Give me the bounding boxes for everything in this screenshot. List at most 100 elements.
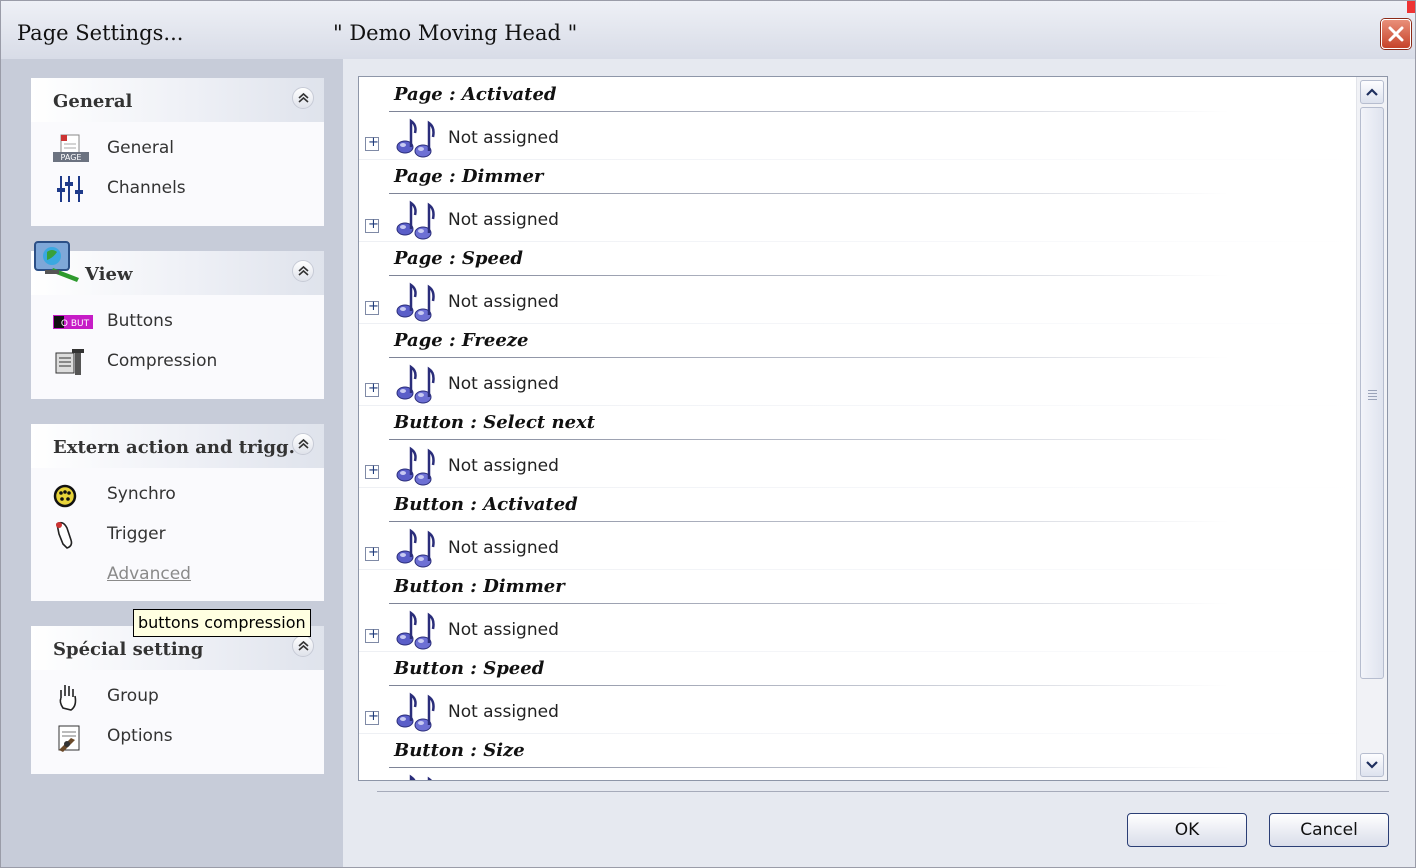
entry-value[interactable]: Not assigned [448,702,559,722]
list-item: Page : Activated + Not assigned [359,77,1359,160]
sidebar-item-label: Group [107,686,159,706]
double-chevron-up-icon [298,640,309,651]
plus-icon: + [368,299,379,314]
list-item: Page : Speed + Not assigned [359,241,1359,324]
sidebar-item-label: Channels [107,178,186,198]
music-note-icon [395,611,435,651]
sidebar-item-label: Buttons [107,311,173,331]
list-item: Button : Size [359,733,1359,780]
sidebar-item-label: Advanced [107,564,191,584]
scroll-down-button[interactable] [1360,753,1384,777]
page-name-title: " Demo Moving Head " [333,21,578,45]
dmx-connector-icon [53,484,77,508]
plus-icon: + [368,463,379,478]
expand-button[interactable]: + [365,135,379,151]
assignment-list: Page : Activated + Not assigned Page : D… [358,76,1388,781]
entry-value[interactable]: Not assigned [448,538,559,558]
divider [389,439,1229,440]
chevron-down-icon [1366,761,1378,769]
vertical-scrollbar[interactable] [1356,77,1387,780]
entry-title: Button : Size [394,740,525,761]
plus-icon: + [368,545,379,560]
entry-value[interactable]: Not assigned [448,210,559,230]
expand-button[interactable]: + [365,545,379,561]
title-bar[interactable]: Page Settings... " Demo Moving Head " [1,1,1415,60]
divider [389,111,1229,112]
music-note-icon [395,529,435,569]
group-title: Spécial setting [53,639,204,660]
expand-button[interactable]: + [365,299,379,315]
grip-line [1368,396,1377,397]
double-chevron-up-icon [298,92,309,103]
entry-value[interactable]: Not assigned [448,128,559,148]
group-extern-action: Extern action and trigg... Synchro Trigg… [31,424,324,601]
music-note-icon [395,201,435,241]
group-header-general[interactable]: General [31,78,324,122]
music-note-icon [395,693,435,733]
plus-icon: + [368,709,379,724]
divider [389,603,1229,604]
collapse-button[interactable] [292,87,314,109]
divider [389,275,1229,276]
scroll-thumb[interactable] [1360,107,1384,679]
hand-icon [59,685,77,711]
entry-value[interactable]: Not assigned [448,374,559,394]
group-header-extern-action[interactable]: Extern action and trigg... [31,424,324,468]
collapse-button[interactable] [292,635,314,657]
double-chevron-up-icon [298,265,309,276]
grip-line [1368,390,1377,391]
entry-title: Button : Speed [394,658,545,679]
cancel-button[interactable]: Cancel [1269,813,1389,847]
list-item: Button : Activated + Not assigned [359,487,1359,570]
options-icon [58,725,80,752]
plus-icon: + [368,217,379,232]
list-item: Button : Dimmer + Not assigned [359,569,1359,652]
entry-title: Page : Dimmer [394,166,544,187]
collapse-button[interactable] [292,433,314,455]
sidebar-item-label: General [107,138,174,158]
expand-button[interactable]: + [365,709,379,725]
double-chevron-up-icon [298,438,309,449]
window-corner-accent [1407,1,1415,13]
buttons-icon: O BUT [53,315,93,329]
music-note-icon [395,283,435,323]
divider [389,193,1229,194]
expand-button[interactable]: + [365,381,379,397]
entry-value[interactable]: Not assigned [448,620,559,640]
music-note-icon [395,447,435,487]
entry-value[interactable]: Not assigned [448,456,559,476]
plus-icon: + [368,135,379,150]
divider [389,767,1229,768]
entry-title: Page : Speed [394,248,524,269]
ok-button[interactable]: OK [1127,813,1247,847]
list-item: Button : Speed + Not assigned [359,651,1359,734]
divider [389,357,1229,358]
entry-title: Button : Select next [394,412,596,433]
expand-button[interactable]: + [365,217,379,233]
group-title: View [85,264,133,285]
divider [389,685,1229,686]
page-icon-text: PAGE [61,153,82,162]
expand-button[interactable]: + [365,463,379,479]
collapse-button[interactable] [292,260,314,282]
compression-icon [55,349,84,375]
sliders-icon [57,176,83,202]
entry-value[interactable]: Not assigned [448,292,559,312]
entry-title: Page : Freeze [394,330,529,351]
chevron-up-icon [1366,88,1378,96]
view-monitor-icon [34,241,79,282]
close-icon [1388,26,1404,42]
group-general: General PAGE General Channels [31,78,324,226]
list-item: Button : Select next + Not assigned [359,405,1359,488]
page-settings-dialog: Page Settings... " Demo Moving Head " Ge… [0,0,1416,868]
sidebar-item-label: Compression [107,351,218,371]
entry-title: Button : Activated [394,494,578,515]
group-special-setting: Spécial setting Group Options [31,626,324,774]
trigger-hand-icon [56,521,73,549]
divider [389,521,1229,522]
close-button[interactable] [1381,19,1411,49]
music-note-icon [395,775,435,780]
expand-button[interactable]: + [365,627,379,643]
scroll-up-button[interactable] [1360,80,1384,104]
grip-line [1368,399,1377,400]
